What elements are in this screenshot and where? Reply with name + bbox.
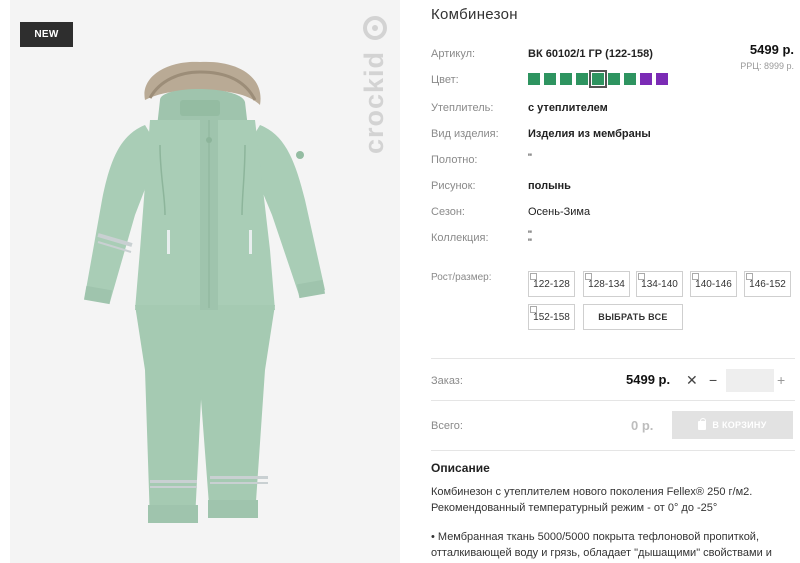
size-label: 134-140 xyxy=(641,278,678,290)
value-insulation: с утеплителем xyxy=(528,102,608,114)
value-fabric: " xyxy=(528,152,532,164)
size-label: 152-158 xyxy=(533,311,570,323)
label-size: Рост/размер: xyxy=(431,272,492,283)
shopping-bag-icon xyxy=(698,417,707,430)
size-option[interactable]: 128-134 xyxy=(583,271,630,297)
quantity-input[interactable] xyxy=(726,369,774,392)
add-to-cart-button[interactable]: В КОРЗИНУ xyxy=(672,411,793,439)
size-option[interactable]: 152-158 xyxy=(528,304,575,330)
order-price: 5499 р. xyxy=(626,372,671,387)
decrease-quantity-button[interactable]: − xyxy=(709,372,717,388)
product-price: 5499 р. xyxy=(749,42,794,57)
divider xyxy=(431,358,795,359)
description-para1-line1: Комбинезон с утеплителем нового поколени… xyxy=(431,486,753,498)
size-label: 140-146 xyxy=(695,278,732,290)
snowsuit-image xyxy=(83,61,326,523)
checkbox-icon xyxy=(530,306,537,313)
size-label: 122-128 xyxy=(533,278,570,290)
increase-quantity-button[interactable]: + xyxy=(777,372,785,388)
description-para2-line2: отталкивающей воду и грязь, обладает "ды… xyxy=(431,547,772,559)
times-icon: ✕ xyxy=(686,372,698,388)
value-product-type: Изделия из мембраны xyxy=(528,128,651,140)
total-price: 0 р. xyxy=(631,418,654,433)
color-swatch[interactable] xyxy=(656,73,668,85)
value-collection-line2: " xyxy=(528,237,532,249)
size-option[interactable]: 134-140 xyxy=(636,271,683,297)
color-swatch[interactable] xyxy=(624,73,636,85)
size-label: 128-134 xyxy=(588,278,625,290)
label-fabric: Полотно: xyxy=(431,154,478,166)
divider xyxy=(431,400,795,401)
label-season: Сезон: xyxy=(431,206,465,218)
product-title: Комбинезон xyxy=(431,6,518,23)
color-swatch[interactable] xyxy=(640,73,652,85)
color-swatch[interactable] xyxy=(528,73,540,85)
description-para1-line2: Рекомендованный температурный режим - от… xyxy=(431,502,718,514)
color-swatch[interactable] xyxy=(576,73,588,85)
product-rrp: РРЦ: 8999 р. xyxy=(740,61,794,71)
value-season: Осень-Зима xyxy=(528,206,591,218)
checkbox-icon xyxy=(585,273,592,280)
checkbox-icon xyxy=(638,273,645,280)
size-option[interactable]: 122-128 xyxy=(528,271,575,297)
value-pattern: полынь xyxy=(528,180,571,192)
size-label: 146-152 xyxy=(749,278,786,290)
add-to-cart-label: В КОРЗИНУ xyxy=(712,420,767,430)
value-article: ВК 60102/1 ГР (122-158) xyxy=(528,48,653,60)
checkbox-icon xyxy=(692,273,699,280)
color-swatches xyxy=(528,70,668,88)
checkbox-icon xyxy=(530,273,537,280)
description-para2-line1: • Мембранная ткань 5000/5000 покрыта теф… xyxy=(431,531,760,543)
divider xyxy=(431,450,795,451)
select-all-button[interactable]: ВЫБРАТЬ ВСЕ xyxy=(583,304,683,330)
label-color: Цвет: xyxy=(431,74,459,86)
color-swatch[interactable] xyxy=(560,73,572,85)
description-title: Описание xyxy=(431,461,490,475)
label-insulation: Утеплитель: xyxy=(431,102,494,114)
new-badge: NEW xyxy=(20,22,73,47)
label-pattern: Рисунок: xyxy=(431,180,476,192)
order-label: Заказ: xyxy=(431,375,463,387)
size-option[interactable]: 140-146 xyxy=(690,271,737,297)
crockid-logo: crockid xyxy=(359,16,389,154)
color-swatch[interactable] xyxy=(608,73,620,85)
label-article: Артикул: xyxy=(431,48,476,60)
product-photo[interactable]: NEW crockid xyxy=(10,0,400,563)
color-swatch[interactable] xyxy=(544,73,556,85)
label-product-type: Вид изделия: xyxy=(431,128,499,140)
svg-text:crockid: crockid xyxy=(359,51,389,154)
total-label: Всего: xyxy=(431,420,463,432)
checkbox-icon xyxy=(746,273,753,280)
label-collection: Коллекция: xyxy=(431,232,489,244)
color-swatch[interactable] xyxy=(589,70,607,88)
size-option[interactable]: 146-152 xyxy=(744,271,791,297)
